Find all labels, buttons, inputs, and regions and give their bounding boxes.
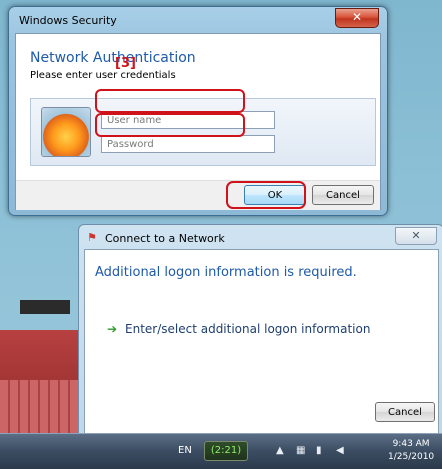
user-tile-flower-icon xyxy=(41,107,91,157)
network-close-button[interactable]: ✕ xyxy=(395,227,437,245)
network-dialog-icon: ⚑ xyxy=(87,231,97,244)
ok-highlight xyxy=(226,181,306,209)
clock-date: 1/25/2010 xyxy=(388,452,435,462)
language-indicator[interactable]: EN xyxy=(178,445,192,456)
windows-security-dialog: Windows Security ✕ Network Authenticatio… xyxy=(8,6,388,216)
close-button[interactable]: ✕ xyxy=(335,8,379,28)
dialog-title: Windows Security xyxy=(19,14,117,27)
clock-time: 9:43 AM xyxy=(392,439,430,449)
network-dialog-title: Connect to a Network xyxy=(105,232,225,245)
password-highlight xyxy=(95,113,245,137)
battery-icon[interactable]: ▮ xyxy=(316,445,322,456)
network-dialog-heading: Additional logon information is required… xyxy=(95,265,357,280)
desktop-scenery-building-front xyxy=(0,380,90,440)
cancel-button[interactable]: Cancel xyxy=(312,185,374,205)
clock[interactable]: 9:43 AM 1/25/2010 xyxy=(388,438,434,464)
network-icon[interactable]: ▦ xyxy=(296,445,305,456)
username-highlight xyxy=(95,89,245,113)
dialog-subheading: Please enter user credentials xyxy=(30,70,176,81)
additional-logon-link-text: Enter/select additional logon informatio… xyxy=(125,322,371,336)
show-hidden-icon[interactable]: ▲ xyxy=(276,445,284,456)
taskbar: EN (2:21) ▲ ▦ ▮ ◀ 9:43 AM 1/25/2010 xyxy=(0,433,442,469)
dialog-footer: OK Cancel xyxy=(16,180,380,210)
network-dialog-body: Additional logon information is required… xyxy=(84,249,439,434)
dialog-heading: Network Authentication xyxy=(30,50,196,66)
network-cancel-button[interactable]: Cancel xyxy=(375,402,435,422)
password-input[interactable]: Password xyxy=(101,135,275,153)
volume-icon[interactable]: ◀ xyxy=(336,445,344,456)
desktop-scenery-post xyxy=(20,300,70,314)
green-arrow-icon: ➔ xyxy=(107,322,118,336)
connect-network-dialog: ⚑ Connect to a Network ✕ Additional logo… xyxy=(78,224,442,434)
step-annotation: [3] xyxy=(115,56,136,71)
battery-timer[interactable]: (2:21) xyxy=(204,441,248,461)
